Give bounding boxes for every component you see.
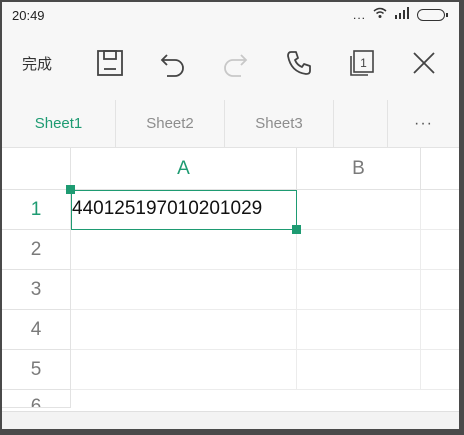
cell-c2[interactable] [421,230,459,270]
spreadsheet-grid: A B 1 2 3 4 5 6 440125197010201029 [2,148,459,429]
tab-sheet3[interactable]: Sheet3 [225,100,334,147]
cell-a4[interactable] [71,310,297,350]
cell-c5[interactable] [421,350,459,390]
status-more-dots: ... [352,7,366,22]
cell-a3[interactable] [71,270,297,310]
redo-icon[interactable] [215,42,255,84]
row-header-2[interactable]: 2 [2,230,71,270]
battery-icon [417,8,448,21]
cell-b5[interactable] [297,350,421,390]
row-header-5[interactable]: 5 [2,350,71,390]
cell-b3[interactable] [297,270,421,310]
column-header-next[interactable] [421,148,459,190]
tab-sheet1[interactable]: Sheet1 [2,100,116,147]
wifi-icon [373,7,387,22]
undo-icon[interactable] [153,42,193,84]
phone-icon[interactable] [279,42,319,84]
cell-c1[interactable] [421,190,459,230]
app-window: 20:49 ... 完成 1 Sheet1 Sheet2 Sheet3 ··· … [0,0,464,435]
save-icon[interactable] [90,42,130,84]
tab-empty-slot [334,100,388,147]
cell-a1-value: 440125197010201029 [72,198,263,219]
cell-a5[interactable] [71,350,297,390]
cell-a2[interactable] [71,230,297,270]
status-time: 20:49 [12,8,45,23]
more-tabs-button[interactable]: ··· [388,100,459,147]
cell-b2[interactable] [297,230,421,270]
cell-c4[interactable] [421,310,459,350]
cell-b1[interactable] [297,190,421,230]
tab-sheet2[interactable]: Sheet2 [116,100,225,147]
row-header-3[interactable]: 3 [2,270,71,310]
selection-handle-bottom-right[interactable] [292,225,301,234]
close-icon[interactable] [404,42,444,84]
cell-c3[interactable] [421,270,459,310]
bottom-bar [2,411,459,429]
signal-icon [394,7,410,22]
status-bar: 20:49 ... [2,2,459,28]
status-icons: ... [352,7,448,22]
row-header-4[interactable]: 4 [2,310,71,350]
page-count-icon[interactable]: 1 [341,42,381,84]
selection-handle-top-left[interactable] [66,185,75,194]
done-button[interactable]: 完成 [12,42,62,84]
page-count-text: 1 [360,56,367,70]
sheet-tabs: Sheet1 Sheet2 Sheet3 ··· [2,100,459,148]
toolbar: 完成 1 [2,28,459,100]
column-header-a[interactable]: A [71,148,297,190]
row-header-6[interactable]: 6 [2,390,71,408]
row-header-1[interactable]: 1 [2,190,71,230]
cell-b4[interactable] [297,310,421,350]
column-header-b[interactable]: B [297,148,421,190]
grid-corner[interactable] [2,148,71,190]
